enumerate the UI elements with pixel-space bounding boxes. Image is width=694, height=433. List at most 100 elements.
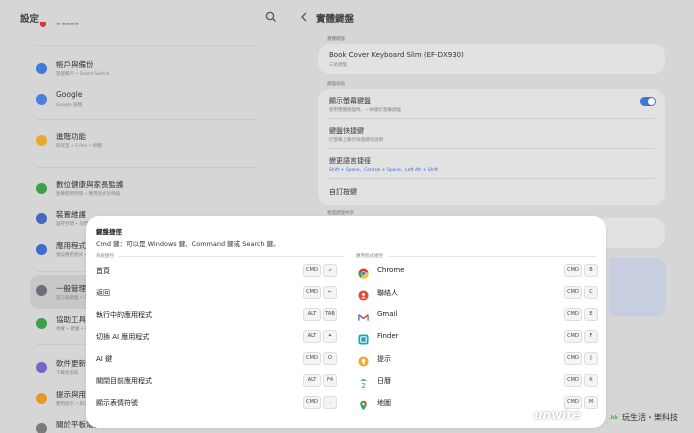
keyboard-name: Book Cover Keyboard Slim (EF-DX930) bbox=[329, 51, 464, 59]
settings-item-sub: Google 服務 bbox=[56, 103, 83, 108]
settings-item-icon bbox=[36, 362, 47, 373]
keyboard-shortcuts-row[interactable]: 鍵盤快捷鍵 於螢幕上顯示快捷鍵的說明 bbox=[318, 119, 665, 148]
show-keyboard-label: 顯示螢幕鍵盤 bbox=[329, 97, 371, 105]
system-shortcut-row: AI 鍵 CMD O bbox=[86, 349, 344, 371]
settings-item-sub: 下載並安裝 bbox=[56, 371, 79, 376]
settings-item[interactable]: 數位健康與家長監護 螢幕使用時間 • 應用程式計時器 bbox=[36, 179, 258, 203]
settings-item-title: 進階功能 bbox=[56, 132, 86, 141]
watermark-tagline: 玩生活・樂科技 bbox=[622, 413, 678, 422]
app-shortcut-row: 2 日曆 CMD K bbox=[348, 371, 606, 393]
section-header-physical-keyboard: 實體鍵盤 bbox=[327, 37, 345, 42]
shortcut-key: ✦ bbox=[323, 330, 337, 343]
show-onscreen-keyboard-row[interactable]: 顯示螢幕鍵盤 使用實體鍵盤時，一併顯示螢幕鍵盤 bbox=[318, 89, 665, 118]
back-icon[interactable] bbox=[299, 11, 309, 23]
dialog-title: 鍵盤捷徑 bbox=[96, 228, 122, 236]
shortcut-key-modifier: ALT bbox=[303, 330, 321, 343]
keyboard-shortcuts-dialog: 鍵盤捷徑 Cmd 鍵：可以是 Windows 鍵、Command 鍵或 Sear… bbox=[86, 216, 606, 428]
shortcuts-label: 鍵盤快捷鍵 bbox=[329, 127, 364, 135]
cmd-note: Cmd 鍵：可以是 Windows 鍵、Command 鍵或 Search 鍵。 bbox=[96, 240, 280, 248]
system-shortcut-row: 執行中的應用程式 ALT TAB bbox=[86, 305, 344, 327]
maps-icon bbox=[358, 396, 369, 411]
shortcut-key-modifier: CMD bbox=[303, 352, 321, 365]
settings-item-icon bbox=[36, 213, 47, 224]
contacts-icon bbox=[358, 286, 369, 301]
app-shortcut-label: Gmail bbox=[377, 310, 398, 318]
watermark-hk: .hk bbox=[609, 415, 618, 421]
app-shortcut-label: Finder bbox=[377, 332, 399, 340]
shortcut-key-modifier: ALT bbox=[303, 374, 321, 387]
section-header-keyboard-assist: 鍵盤協助 bbox=[327, 82, 345, 87]
shortcut-key: E bbox=[584, 308, 598, 321]
system-shortcuts-header: 系統捷徑 bbox=[96, 254, 114, 259]
shortcut-key-modifier: ALT bbox=[303, 308, 321, 321]
settings-item[interactable]: 帳戶與備份管理帳戶 • Smart Switch bbox=[36, 59, 258, 83]
shortcut-key: F4 bbox=[323, 374, 337, 387]
shortcut-label: 顯示表情符號 bbox=[96, 399, 138, 407]
search-icon[interactable] bbox=[264, 10, 278, 24]
settings-item-icon bbox=[36, 285, 47, 296]
custom-keys-label: 自訂按鍵 bbox=[329, 188, 357, 196]
settings-item-icon bbox=[36, 423, 47, 433]
custom-keys-row[interactable]: 自訂按鍵 bbox=[318, 179, 665, 205]
settings-item-sub: 管理帳戶 • Smart Switch bbox=[56, 72, 110, 77]
settings-item-title: 帳戶與備份 bbox=[56, 60, 94, 69]
settings-item-title: 軟件更新 bbox=[56, 359, 86, 368]
shortcut-key: B bbox=[584, 264, 598, 277]
settings-item-icon bbox=[36, 63, 47, 74]
watermark-logo: unwire bbox=[534, 408, 581, 422]
app-shortcut-label: 日曆 bbox=[377, 377, 391, 385]
lang-switch-sub: Shift + Space、Control + Space、Left Alt +… bbox=[329, 168, 439, 173]
app-shortcut-label: 聯絡人 bbox=[377, 289, 398, 297]
shortcut-key: ← bbox=[323, 286, 337, 299]
shortcut-key-modifier: CMD bbox=[564, 374, 582, 387]
shortcut-key-modifier: CMD bbox=[303, 396, 321, 409]
settings-item-title: 應用程式 bbox=[56, 241, 86, 250]
settings-item-sub: 螢幕使用時間 • 應用程式計時器 bbox=[56, 192, 121, 197]
finder-icon bbox=[358, 330, 369, 345]
shortcut-key-modifier: CMD bbox=[303, 264, 321, 277]
keyboard-device-card[interactable]: Book Cover Keyboard Slim (EF-DX930) 三星鍵盤 bbox=[318, 44, 665, 74]
app-shortcut-row: Chrome CMD B bbox=[348, 261, 606, 283]
shortcut-key: ⤶ bbox=[323, 264, 337, 277]
system-shortcut-row: 顯示表情符號 CMD. bbox=[86, 393, 344, 415]
settings-item[interactable]: Google Google 服務 bbox=[36, 90, 258, 114]
tips-icon bbox=[358, 352, 369, 367]
shortcut-key-modifier: CMD bbox=[303, 286, 321, 299]
settings-item-icon bbox=[36, 94, 47, 105]
app-shortcuts-header: 應用程式捷徑 bbox=[356, 254, 383, 259]
settings-item-sub: 研究室 • S Pen • 側鍵 bbox=[56, 144, 102, 149]
show-keyboard-toggle[interactable] bbox=[640, 97, 656, 106]
shortcut-label: 切換 AI 應用程式 bbox=[96, 333, 150, 341]
shortcut-key: F bbox=[584, 330, 598, 343]
lang-switch-label: 變更語言捷徑 bbox=[329, 157, 371, 165]
language-switch-row[interactable]: 變更語言捷徑 Shift + Space、Control + Space、Lef… bbox=[318, 149, 665, 178]
settings-item[interactable]: 進階功能研究室 • S Pen • 側鍵 bbox=[36, 131, 258, 155]
partial-top-item: ▬ ▬▬▬▬ bbox=[36, 22, 136, 28]
settings-item-title: 一般管理 bbox=[56, 284, 86, 293]
calendar-icon: 2 bbox=[358, 374, 369, 390]
shortcut-key-modifier: CMD bbox=[564, 330, 582, 343]
app-shortcut-row: Gmail CMD E bbox=[348, 305, 606, 327]
chrome-icon bbox=[358, 264, 369, 279]
system-shortcut-row: 首頁 CMD ⤶ bbox=[86, 261, 344, 283]
settings-item-title: 裝置維護 bbox=[56, 210, 86, 219]
settings-item-icon bbox=[36, 183, 47, 194]
settings-item-title: Google bbox=[56, 90, 83, 99]
app-shortcut-row: Finder CMD F bbox=[348, 327, 606, 349]
page-title: 實體鍵盤 bbox=[316, 14, 355, 25]
shortcut-key-modifier: CMD bbox=[564, 352, 582, 365]
keyboard-assist-card: 顯示螢幕鍵盤 使用實體鍵盤時，一併顯示螢幕鍵盤 鍵盤快捷鍵 於螢幕上顯示快捷鍵的… bbox=[318, 89, 665, 205]
shortcut-key: . bbox=[323, 396, 337, 409]
show-keyboard-sub: 使用實體鍵盤時，一併顯示螢幕鍵盤 bbox=[329, 108, 401, 113]
svg-text:2: 2 bbox=[361, 381, 366, 389]
shortcut-key-modifier: CMD bbox=[564, 264, 582, 277]
shortcuts-sub: 於螢幕上顯示快捷鍵的說明 bbox=[329, 138, 383, 143]
settings-item-icon bbox=[36, 318, 47, 329]
shortcut-label: 執行中的應用程式 bbox=[96, 311, 152, 319]
settings-item-icon bbox=[36, 393, 47, 404]
settings-item-title: 協助工具 bbox=[56, 315, 86, 324]
app-shortcut-row: 提示 CMD J bbox=[348, 349, 606, 371]
system-shortcut-row: 切換 AI 應用程式 ALT ✦ bbox=[86, 327, 344, 349]
highlight-card bbox=[610, 258, 666, 316]
shortcut-label: 關閉目前應用程式 bbox=[96, 377, 152, 385]
